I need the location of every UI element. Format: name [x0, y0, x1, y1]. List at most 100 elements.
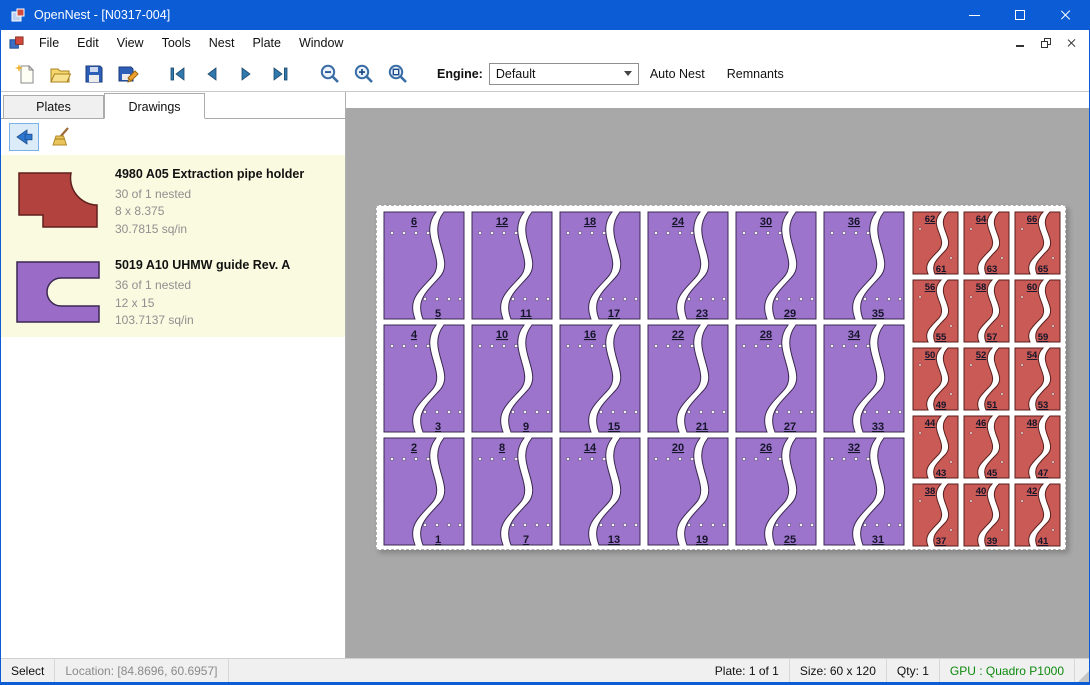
- svg-text:63: 63: [987, 264, 998, 275]
- svg-text:43: 43: [936, 468, 947, 479]
- app-icon: [10, 7, 26, 23]
- nested-part-pair[interactable]: 10 9: [469, 323, 555, 434]
- tab-drawings[interactable]: Drawings: [104, 93, 205, 119]
- nested-part-pair[interactable]: 6059: [1013, 278, 1062, 344]
- clear-parts-button[interactable]: [47, 123, 77, 151]
- auto-nest-button[interactable]: Auto Nest: [639, 67, 716, 81]
- status-spacer: [229, 659, 705, 682]
- maximize-button[interactable]: [997, 0, 1043, 30]
- nested-part-pair[interactable]: 3231: [821, 436, 907, 547]
- nested-part-pair[interactable]: 6463: [962, 210, 1011, 276]
- app-window: OpenNest - [N0317-004] File Edit View To…: [0, 0, 1090, 685]
- nested-part-pair[interactable]: 5049: [911, 346, 960, 412]
- svg-text:16: 16: [584, 329, 596, 341]
- drawing-nested-count: 36 of 1 nested: [115, 277, 290, 294]
- nested-part-pair[interactable]: 6665: [1013, 210, 1062, 276]
- nested-part-pair[interactable]: 4039: [962, 482, 1011, 548]
- svg-text:6: 6: [411, 216, 417, 228]
- nested-part-pair[interactable]: 3029: [733, 210, 819, 321]
- plate[interactable]: 65 1211 1817 2423 3029 3635 43: [376, 205, 1066, 550]
- nested-part-pair[interactable]: 3433: [821, 323, 907, 434]
- new-file-button[interactable]: [9, 59, 43, 89]
- next-plate-button[interactable]: [229, 59, 263, 89]
- nested-part-pair[interactable]: 5655: [911, 278, 960, 344]
- svg-text:48: 48: [1027, 418, 1038, 429]
- nested-part-pair[interactable]: 3635: [821, 210, 907, 321]
- drawing-title: 5019 A10 UHMW guide Rev. A: [115, 258, 290, 272]
- nested-part-pair[interactable]: 2625: [733, 436, 819, 547]
- svg-text:9: 9: [523, 421, 529, 433]
- previous-plate-button[interactable]: [195, 59, 229, 89]
- titlebar: OpenNest - [N0317-004]: [1, 0, 1089, 30]
- menu-item-plate[interactable]: Plate: [243, 31, 290, 55]
- close-button[interactable]: [1043, 0, 1089, 30]
- nested-part-pair[interactable]: 5251: [962, 346, 1011, 412]
- zoom-out-button[interactable]: [313, 59, 347, 89]
- menu-item-nest[interactable]: Nest: [200, 31, 244, 55]
- nested-part-pair[interactable]: 5453: [1013, 346, 1062, 412]
- remnants-button[interactable]: Remnants: [716, 67, 795, 81]
- svg-text:54: 54: [1027, 350, 1038, 361]
- tab-plates[interactable]: Plates: [3, 95, 104, 118]
- nested-part-pair[interactable]: 4847: [1013, 414, 1062, 480]
- return-part-button[interactable]: [9, 123, 39, 151]
- drawing-item[interactable]: 5019 A10 UHMW guide Rev. A 36 of 1 neste…: [1, 246, 345, 337]
- first-plate-button[interactable]: [161, 59, 195, 89]
- zoom-fit-icon: [387, 63, 409, 85]
- engine-dropdown[interactable]: Default: [489, 63, 639, 85]
- resize-grip-icon: [1078, 671, 1089, 682]
- nested-part-pair[interactable]: 2019: [645, 436, 731, 547]
- nested-part-pair[interactable]: 2221: [645, 323, 731, 434]
- svg-text:10: 10: [496, 329, 508, 341]
- svg-text:2: 2: [411, 442, 417, 454]
- mdi-close-button[interactable]: [1061, 34, 1083, 52]
- nested-part-pair[interactable]: 1817: [557, 210, 643, 321]
- nested-part-pair[interactable]: 4241: [1013, 482, 1062, 548]
- save-as-button[interactable]: [111, 59, 145, 89]
- mdi-restore-button[interactable]: [1035, 34, 1057, 52]
- nested-part-pair[interactable]: 2827: [733, 323, 819, 434]
- zoom-in-button[interactable]: [347, 59, 381, 89]
- nested-part-pair[interactable]: 3837: [911, 482, 960, 548]
- svg-text:59: 59: [1038, 332, 1049, 343]
- menu-item-edit[interactable]: Edit: [68, 31, 108, 55]
- nested-part-pair[interactable]: 4443: [911, 414, 960, 480]
- nested-part-pair[interactable]: 1615: [557, 323, 643, 434]
- svg-text:37: 37: [936, 536, 947, 547]
- nest-canvas[interactable]: 65 1211 1817 2423 3029 3635 43: [346, 92, 1089, 658]
- nested-part-pair[interactable]: 6261: [911, 210, 960, 276]
- last-arrow-icon: [269, 63, 291, 85]
- last-plate-button[interactable]: [263, 59, 297, 89]
- svg-text:61: 61: [936, 264, 947, 275]
- svg-text:12: 12: [496, 216, 508, 228]
- resize-grip[interactable]: [1075, 659, 1089, 682]
- drawing-item[interactable]: 4980 A05 Extraction pipe holder 30 of 1 …: [1, 155, 345, 246]
- drawing-nested-count: 30 of 1 nested: [115, 186, 304, 203]
- minimize-button[interactable]: [951, 0, 997, 30]
- menu-item-window[interactable]: Window: [290, 31, 352, 55]
- nested-part-pair[interactable]: 87: [469, 436, 555, 547]
- next-arrow-icon: [235, 63, 257, 85]
- svg-text:28: 28: [760, 329, 772, 341]
- menu-item-tools[interactable]: Tools: [153, 31, 200, 55]
- nested-part-pair[interactable]: 5857: [962, 278, 1011, 344]
- zoom-fit-button[interactable]: [381, 59, 415, 89]
- nested-part-pair[interactable]: 65: [381, 210, 467, 321]
- nested-part-pair[interactable]: 2423: [645, 210, 731, 321]
- menu-item-file[interactable]: File: [30, 31, 68, 55]
- extraction-pipe-holder-shape: [9, 165, 105, 237]
- new-file-icon: [15, 63, 37, 85]
- nested-part-pair[interactable]: 1211: [469, 210, 555, 321]
- nested-part-pair[interactable]: 1413: [557, 436, 643, 547]
- minimize-icon: [969, 15, 980, 16]
- engine-label: Engine:: [437, 67, 483, 81]
- save-button[interactable]: [77, 59, 111, 89]
- tabstrip: Plates Drawings: [1, 92, 345, 119]
- menu-item-view[interactable]: View: [108, 31, 153, 55]
- nested-part-pair[interactable]: 21: [381, 436, 467, 547]
- mdi-minimize-button[interactable]: [1009, 34, 1031, 52]
- svg-text:3: 3: [435, 421, 441, 433]
- nested-part-pair[interactable]: 4645: [962, 414, 1011, 480]
- open-file-button[interactable]: [43, 59, 77, 89]
- nested-part-pair[interactable]: 43: [381, 323, 467, 434]
